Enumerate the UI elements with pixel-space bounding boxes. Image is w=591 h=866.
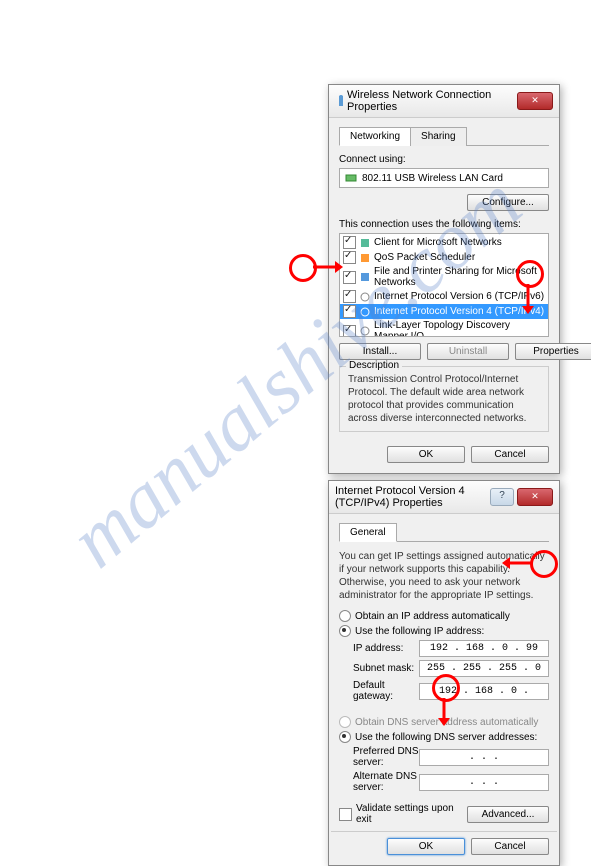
adapter-name: 802.11 USB Wireless LAN Card bbox=[362, 173, 503, 184]
item-label: Link-Layer Topology Discovery Mapper I/O bbox=[374, 320, 545, 337]
qos-icon bbox=[359, 252, 371, 264]
subnet-field[interactable]: 255 . 255 . 255 . 0 bbox=[419, 660, 549, 677]
list-item-selected[interactable]: Internet Protocol Version 4 (TCP/IPv4) bbox=[340, 304, 548, 319]
dns1-label: Preferred DNS server: bbox=[353, 746, 419, 768]
titlebar-text: Wireless Network Connection Properties bbox=[347, 89, 517, 113]
callout-circle bbox=[530, 550, 558, 578]
callout-arrow-icon bbox=[435, 698, 453, 726]
ip-label: IP address: bbox=[353, 643, 419, 654]
callout-arrow-icon bbox=[502, 554, 532, 572]
checkbox-icon[interactable] bbox=[343, 305, 356, 318]
adapter-box: 802.11 USB Wireless LAN Card bbox=[339, 168, 549, 188]
subnet-label: Subnet mask: bbox=[353, 663, 419, 674]
radio-label: Obtain an IP address automatically bbox=[355, 611, 510, 622]
dns2-label: Alternate DNS server: bbox=[353, 771, 419, 793]
items-listbox[interactable]: Client for Microsoft Networks QoS Packet… bbox=[339, 233, 549, 337]
radio-icon[interactable] bbox=[339, 625, 351, 637]
cancel-button[interactable]: Cancel bbox=[471, 838, 549, 855]
install-button[interactable]: Install... bbox=[339, 343, 421, 360]
connect-using-label: Connect using: bbox=[339, 154, 549, 165]
network-icon bbox=[335, 95, 347, 107]
uninstall-button: Uninstall bbox=[427, 343, 509, 360]
radio-icon[interactable] bbox=[339, 610, 351, 622]
checkbox-icon[interactable] bbox=[343, 251, 356, 264]
cancel-button[interactable]: Cancel bbox=[471, 446, 549, 463]
ok-button[interactable]: OK bbox=[387, 446, 465, 463]
list-item[interactable]: Client for Microsoft Networks bbox=[340, 235, 548, 250]
callout-arrow-icon bbox=[519, 284, 537, 314]
items-label: This connection uses the following items… bbox=[339, 219, 549, 230]
checkbox-icon[interactable] bbox=[343, 271, 356, 284]
radio-ip-manual[interactable]: Use the following IP address: bbox=[339, 625, 549, 637]
radio-icon bbox=[339, 716, 351, 728]
description-group: Description Transmission Control Protoco… bbox=[339, 366, 549, 432]
tabs: Networking Sharing bbox=[339, 126, 549, 146]
radio-label: Use the following IP address: bbox=[355, 626, 484, 637]
radio-label: Use the following DNS server addresses: bbox=[355, 732, 537, 743]
protocol-icon bbox=[359, 291, 371, 303]
gateway-label: Default gateway: bbox=[353, 680, 419, 702]
callout-arrow-icon bbox=[313, 258, 343, 276]
titlebar-text: Internet Protocol Version 4 (TCP/IPv4) P… bbox=[335, 485, 490, 509]
validate-checkbox[interactable] bbox=[339, 808, 352, 821]
list-item[interactable]: QoS Packet Scheduler bbox=[340, 250, 548, 265]
radio-icon[interactable] bbox=[339, 731, 351, 743]
checkbox-icon[interactable] bbox=[343, 290, 356, 303]
titlebar[interactable]: Wireless Network Connection Properties ✕ bbox=[329, 85, 559, 118]
tab-general[interactable]: General bbox=[339, 523, 397, 542]
properties-button[interactable]: Properties bbox=[515, 343, 591, 360]
checkbox-icon[interactable] bbox=[343, 325, 356, 338]
dns2-field[interactable]: . . . bbox=[419, 774, 549, 791]
tab-sharing[interactable]: Sharing bbox=[410, 127, 466, 146]
close-icon[interactable]: ✕ bbox=[517, 92, 553, 110]
help-icon[interactable]: ? bbox=[490, 488, 514, 506]
item-label: Client for Microsoft Networks bbox=[374, 237, 502, 248]
titlebar[interactable]: Internet Protocol Version 4 (TCP/IPv4) P… bbox=[329, 481, 559, 514]
adapter-icon bbox=[345, 172, 357, 184]
ipv4-properties-dialog: Internet Protocol Version 4 (TCP/IPv4) P… bbox=[328, 480, 560, 866]
checkbox-icon[interactable] bbox=[343, 236, 356, 249]
tabs: General bbox=[339, 522, 549, 542]
description-text: Transmission Control Protocol/Internet P… bbox=[348, 373, 540, 425]
ok-button[interactable]: OK bbox=[387, 838, 465, 855]
validate-label: Validate settings upon exit bbox=[356, 803, 463, 825]
client-icon bbox=[359, 237, 371, 249]
radio-dns-manual[interactable]: Use the following DNS server addresses: bbox=[339, 731, 549, 743]
tab-networking[interactable]: Networking bbox=[339, 127, 411, 146]
radio-ip-auto[interactable]: Obtain an IP address automatically bbox=[339, 610, 549, 622]
protocol-icon bbox=[359, 325, 371, 337]
item-label: QoS Packet Scheduler bbox=[374, 252, 475, 263]
ip-field[interactable]: 192 . 168 . 0 . 99 bbox=[419, 640, 549, 657]
configure-button[interactable]: Configure... bbox=[467, 194, 549, 211]
close-icon[interactable]: ✕ bbox=[517, 488, 553, 506]
description-title: Description bbox=[346, 360, 402, 371]
share-icon bbox=[359, 271, 371, 283]
advanced-button[interactable]: Advanced... bbox=[467, 806, 549, 823]
list-item[interactable]: Internet Protocol Version 6 (TCP/IPv6) bbox=[340, 289, 548, 304]
dns1-field[interactable]: . . . bbox=[419, 749, 549, 766]
protocol-icon bbox=[359, 306, 371, 318]
list-item[interactable]: Link-Layer Topology Discovery Mapper I/O bbox=[340, 319, 548, 337]
